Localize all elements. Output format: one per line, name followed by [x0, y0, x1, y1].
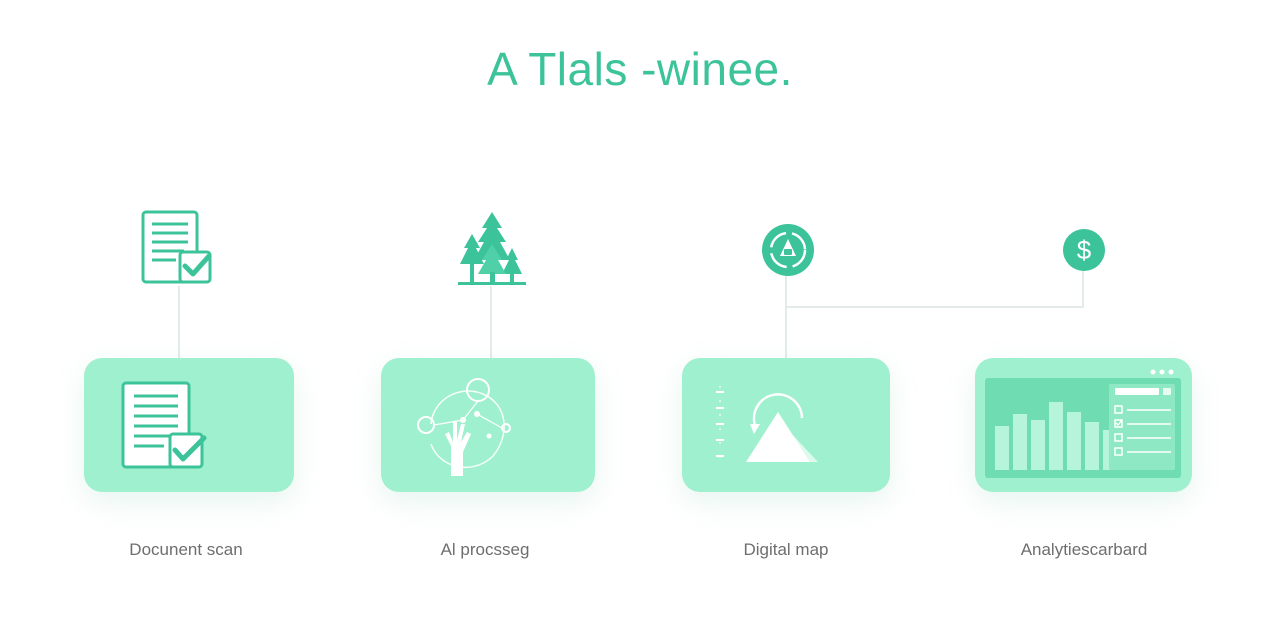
caption-document-scan: Docunent scan — [129, 540, 243, 559]
dollar-circle-icon: $ — [1062, 228, 1106, 277]
connector-line-bridge — [785, 306, 1084, 308]
pine-trees-icon — [456, 208, 528, 293]
caption-ai-processing: Al procsseg — [440, 540, 530, 559]
badge-circle-icon — [760, 222, 816, 283]
ai-hand-network-icon — [411, 372, 521, 487]
document-check-icon — [138, 208, 218, 293]
card-analytics-dashboard — [975, 358, 1192, 492]
map-triangle-icon — [712, 380, 832, 481]
analytics-dashboard-icon — [985, 366, 1185, 489]
connector-line-3 — [785, 274, 787, 358]
caption-digital-map: Digital map — [743, 540, 829, 559]
document-check-icon — [120, 380, 210, 477]
page-title: A Tlals -winee. — [487, 43, 793, 95]
caption-analytics-dashboard: Analytiescarbard — [1020, 540, 1148, 559]
connector-line-2 — [490, 286, 492, 358]
card-ai-processing — [381, 358, 595, 492]
card-document-scan — [84, 358, 294, 492]
card-digital-map — [682, 358, 890, 492]
connector-line-1 — [178, 286, 180, 358]
svg-text:$: $ — [1077, 235, 1092, 265]
